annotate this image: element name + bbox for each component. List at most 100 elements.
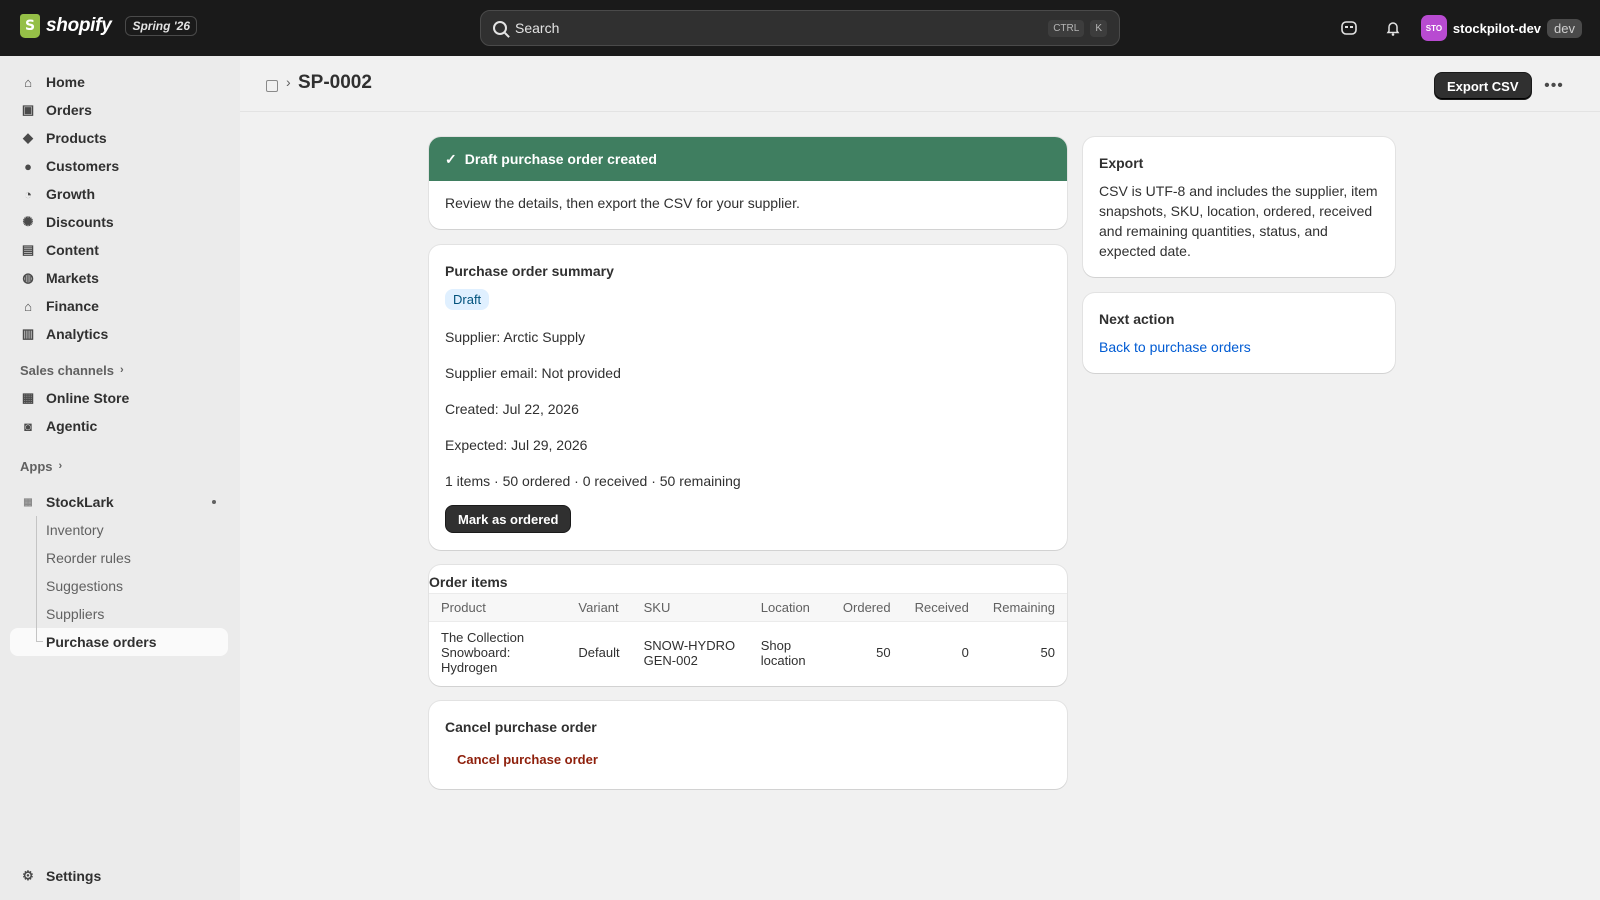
banner-header: ✓ Draft purchase order created [429, 137, 1067, 181]
sidebar-subitem-suppliers[interactable]: Suppliers [10, 600, 228, 628]
sidebar-item-analytics[interactable]: ▥ Analytics [10, 320, 228, 348]
globe-icon: ◍ [22, 270, 34, 285]
order-items-title: Order items [429, 574, 508, 590]
tree-line [36, 544, 37, 572]
sidebar-item-online-store[interactable]: ▦ Online Store [10, 384, 228, 412]
column-header[interactable]: Ordered [830, 593, 903, 622]
tree-elbow [36, 641, 43, 642]
search-input[interactable] [515, 20, 1043, 36]
sales-channels-header[interactable]: Sales channels › [10, 356, 228, 384]
cell-product: The Collection Snowboard: Hydrogen [441, 630, 525, 675]
more-actions-icon[interactable]: ••• [1540, 72, 1568, 100]
sidebar-item-label: Finance [46, 298, 99, 314]
sidebar-item-label: Online Store [46, 390, 130, 406]
sidebar-item-growth[interactable]: ◔ Growth [10, 180, 228, 208]
column-header[interactable]: Product [429, 593, 567, 622]
app-breadcrumb-icon[interactable] [266, 80, 278, 92]
mark-as-ordered-button[interactable]: Mark as ordered [445, 505, 572, 533]
tree-line [36, 516, 37, 544]
store-switcher[interactable]: STO stockpilot-dev dev [1420, 15, 1582, 41]
person-icon: ● [24, 158, 32, 174]
page-header: › SP-0002 Export CSV ••• [240, 56, 1600, 112]
shopify-bag-icon [20, 14, 40, 38]
growth-icon: ◔ [24, 186, 32, 202]
next-action-card: Next action Back to purchase orders [1083, 293, 1395, 373]
search-icon [493, 21, 507, 35]
column-header[interactable]: SKU [631, 593, 749, 622]
cell-location: Shop location [760, 637, 806, 668]
sidebar-subitem-reorder-rules[interactable]: Reorder rules [10, 544, 228, 572]
sidebar-nav: ⌂ Home ▣ Orders ◆ Products ● Customers ◔ Grow… [10, 68, 228, 656]
sidebar-item-label: StockLark [46, 494, 114, 510]
sidebar-item-label: Home [46, 74, 85, 90]
sidebar-item-label: Customers [46, 158, 120, 174]
expected-line: Expected: Jul 29, 2026 [445, 437, 588, 453]
sidebar-item-customers[interactable]: ● Customers [10, 152, 228, 180]
store-icon: ▦ [21, 390, 35, 405]
gear-icon: ⚙ [22, 868, 34, 883]
avatar: STO [1420, 15, 1447, 41]
sidekick-icon[interactable] [1333, 14, 1365, 42]
cancel-card: Cancel purchase order Cancel purchase or… [429, 701, 1067, 789]
export-description: CSV is UTF-8 and includes the supplier, … [1099, 183, 1378, 259]
sidebar-item-products[interactable]: ◆ Products [10, 124, 228, 152]
app-icon: ▦ [23, 496, 33, 508]
table-header-row: Product Variant SKU Location Ordered Rec… [429, 593, 1067, 622]
tree-line [36, 600, 37, 628]
shopify-logo[interactable]: shopify Spring '26 [20, 14, 198, 38]
sidebar-subitem-inventory[interactable]: Inventory [10, 516, 228, 544]
sidebar-item-label: Products [46, 130, 107, 146]
sidebar-item-label: Markets [46, 270, 99, 286]
sidebar-item-label: Agentic [46, 418, 98, 434]
sidebar-item-markets[interactable]: ◍ Markets [10, 264, 228, 292]
sidebar-item-orders[interactable]: ▣ Orders [10, 96, 228, 124]
sidebar-item-label: Analytics [46, 326, 109, 342]
sidebar-item-finance[interactable]: ⌂ Finance [10, 292, 228, 320]
pin-dot-icon [212, 500, 216, 504]
order-items-card: Order items Product Variant SKU Location… [429, 565, 1067, 686]
sidebar-subitem-suggestions[interactable]: Suggestions [10, 572, 228, 600]
search-bar[interactable]: CTRL K [480, 10, 1120, 46]
sidebar-item-content[interactable]: ▤ Content [10, 236, 228, 264]
sidebar-item-stocklark[interactable]: ▦ StockLark [10, 488, 228, 516]
export-csv-button[interactable]: Export CSV [1434, 72, 1532, 100]
column-header[interactable]: Variant [566, 593, 632, 622]
summary-card: Purchase order summary Draft Supplier: A… [429, 245, 1067, 550]
success-banner: ✓ Draft purchase order created Review th… [429, 137, 1067, 229]
column-header[interactable]: Received [902, 593, 981, 622]
bell-icon[interactable] [1377, 14, 1409, 42]
sidebar-item-label: Inventory [46, 522, 104, 538]
next-action-title: Next action [1099, 311, 1175, 327]
banner-body: Review the details, then export the CSV … [445, 195, 800, 211]
cancel-purchase-order-button[interactable]: Cancel purchase order [457, 752, 598, 767]
sidebar-item-discounts[interactable]: ✺ Discounts [10, 208, 228, 236]
chevron-right-icon: › [58, 460, 63, 472]
env-badge: dev [1547, 18, 1582, 38]
sidebar-item-label: Orders [46, 102, 92, 118]
chart-icon: ▥ [21, 326, 35, 341]
edition-badge: Spring '26 [125, 16, 198, 36]
supplier-email-line: Supplier email: Not provided [445, 365, 621, 381]
supplier-line: Supplier: Arctic Supply [445, 329, 586, 345]
sidebar-item-settings[interactable]: ⚙ Settings [10, 862, 228, 890]
orders-icon: ▣ [21, 102, 35, 117]
discount-icon: ✺ [22, 214, 34, 229]
column-header[interactable]: Remaining [980, 593, 1067, 622]
tree-line [36, 628, 37, 642]
cancel-title: Cancel purchase order [445, 719, 597, 735]
sidebar-item-home[interactable]: ⌂ Home [10, 68, 228, 96]
store-name: stockpilot-dev [1452, 20, 1542, 36]
status-badge: Draft [445, 289, 490, 310]
cell-received: 0 [961, 645, 969, 660]
section-label: Sales channels [20, 362, 114, 378]
sidebar-item-agentic[interactable]: ◙ Agentic [10, 412, 228, 440]
back-to-purchase-orders-link[interactable]: Back to purchase orders [1099, 339, 1251, 355]
column-header[interactable]: Location [748, 593, 831, 622]
apps-header[interactable]: Apps › [10, 452, 228, 480]
sidebar-item-label: Settings [46, 868, 102, 884]
page-title: SP-0002 [298, 72, 372, 93]
sidebar-item-label: Suggestions [46, 578, 124, 594]
table-row[interactable]: The Collection Snowboard: Hydrogen Defau… [429, 622, 1067, 684]
top-bar: shopify Spring '26 CTRL K STO stockpilot… [0, 0, 1600, 56]
sidebar-subitem-purchase-orders[interactable]: Purchase orders [10, 628, 228, 656]
